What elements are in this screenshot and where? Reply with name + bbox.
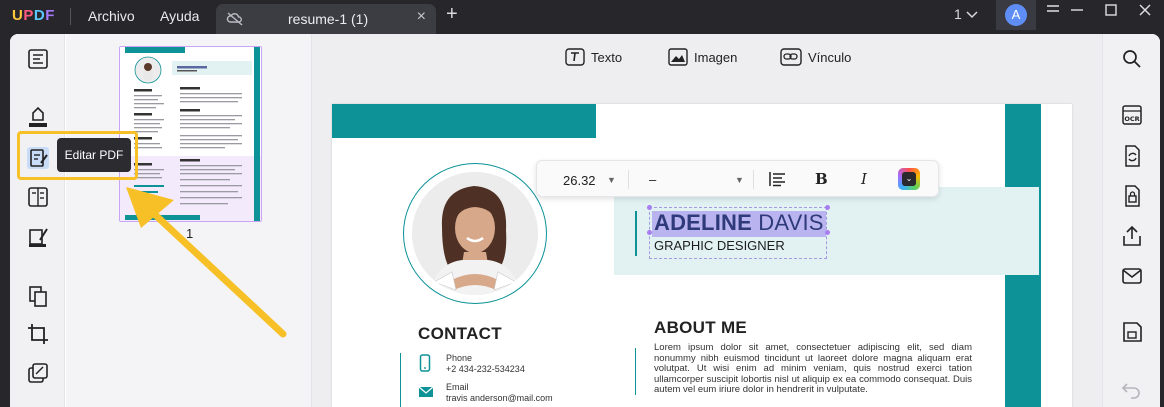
comment-highlighter-icon[interactable] bbox=[25, 104, 51, 130]
name-accent-line bbox=[635, 211, 637, 256]
add-text-button[interactable]: Texto bbox=[565, 48, 622, 69]
email-value[interactable]: travis anderson@mail.com bbox=[446, 393, 553, 403]
svg-text:OCR: OCR bbox=[1124, 115, 1139, 123]
fill-sign-icon[interactable] bbox=[25, 224, 51, 250]
profile-photo-frame bbox=[403, 163, 547, 304]
tooltip-edit-pdf: Editar PDF bbox=[57, 138, 131, 172]
phone-label: Phone bbox=[446, 353, 473, 363]
text-format-toolbar: 26.32 ▼ – ▼ B I ⌄ bbox=[536, 160, 939, 197]
close-window-icon[interactable] bbox=[1138, 3, 1152, 20]
minimize-icon[interactable] bbox=[1070, 3, 1084, 20]
italic-button[interactable]: I bbox=[861, 170, 867, 188]
organize-pages-icon[interactable] bbox=[25, 283, 51, 309]
thumbnail-preview bbox=[120, 47, 261, 221]
tab-title: resume-1 (1) bbox=[288, 11, 369, 27]
toolbar-divider bbox=[628, 170, 629, 189]
job-title[interactable]: GRAPHIC DESIGNER bbox=[654, 238, 785, 253]
last-name: DAVIS bbox=[758, 210, 824, 235]
share-icon[interactable] bbox=[1119, 223, 1145, 249]
pdf-page[interactable]: ADELINE DAVIS GRAPHIC DESIGNER CONTACT P… bbox=[332, 104, 1072, 407]
protect-icon[interactable] bbox=[1119, 183, 1145, 209]
email-label: Email bbox=[446, 382, 469, 392]
more-menu-icon[interactable] bbox=[1046, 2, 1060, 19]
about-heading[interactable]: ABOUT ME bbox=[654, 318, 747, 338]
email-icon[interactable] bbox=[1119, 263, 1145, 289]
search-icon[interactable] bbox=[1119, 46, 1145, 72]
resize-handle-l[interactable] bbox=[647, 230, 652, 235]
phone-value[interactable]: +2 434-232-534234 bbox=[446, 364, 525, 374]
profile-photo[interactable] bbox=[412, 172, 538, 295]
new-tab-icon[interactable]: + bbox=[446, 3, 458, 26]
resize-handle-tr[interactable] bbox=[825, 205, 830, 210]
page-indicator[interactable]: 1 bbox=[954, 6, 978, 22]
form-icon[interactable] bbox=[25, 184, 51, 210]
about-accent-line bbox=[635, 348, 636, 395]
add-image-button[interactable]: Imagen bbox=[668, 48, 737, 69]
page-thumbnail[interactable] bbox=[119, 46, 262, 222]
undo-icon[interactable] bbox=[1119, 375, 1145, 401]
document-tab[interactable]: resume-1 (1) × bbox=[216, 4, 436, 34]
add-link-button[interactable]: Vínculo bbox=[780, 48, 851, 69]
font-size-dropdown-icon[interactable]: ▼ bbox=[607, 175, 616, 185]
close-tab-icon[interactable]: × bbox=[417, 8, 426, 26]
title-divider bbox=[70, 8, 71, 25]
thumbnail-page-number: 1 bbox=[186, 226, 194, 241]
phone-icon bbox=[419, 354, 431, 377]
toolbar-divider bbox=[753, 170, 754, 189]
maximize-icon[interactable] bbox=[1104, 3, 1118, 20]
left-toolbar bbox=[10, 34, 65, 407]
decorative-bar-top bbox=[332, 104, 596, 138]
save-icon[interactable] bbox=[1119, 319, 1145, 345]
email-icon bbox=[418, 385, 434, 403]
cloud-off-icon bbox=[226, 10, 244, 31]
menu-ayuda[interactable]: Ayuda bbox=[160, 8, 199, 24]
crop-icon[interactable] bbox=[25, 321, 51, 347]
title-bar: UPDF Archivo Ayuda resume-1 (1) × + 1 A bbox=[0, 0, 1164, 34]
image-icon bbox=[668, 48, 688, 69]
layers-icon[interactable] bbox=[25, 360, 51, 386]
align-left-icon[interactable] bbox=[769, 171, 786, 191]
reader-mode-icon[interactable] bbox=[25, 46, 51, 72]
text-icon bbox=[565, 48, 585, 69]
right-toolbar: OCR bbox=[1102, 34, 1160, 407]
link-icon bbox=[780, 48, 802, 69]
contact-accent-line bbox=[400, 353, 401, 407]
bold-button[interactable]: B bbox=[815, 170, 828, 188]
font-family-dropdown-icon[interactable]: ▼ bbox=[735, 175, 744, 185]
avatar[interactable]: A bbox=[1005, 4, 1027, 26]
contact-heading[interactable]: CONTACT bbox=[418, 324, 502, 344]
font-family-select[interactable]: – bbox=[649, 172, 656, 187]
convert-icon[interactable] bbox=[1119, 143, 1145, 169]
about-paragraph[interactable]: Lorem ipsum dolor sit amet, consectetuer… bbox=[654, 342, 972, 396]
resize-handle-r[interactable] bbox=[825, 230, 830, 235]
first-name: ADELINE bbox=[654, 210, 752, 235]
ocr-icon[interactable]: OCR bbox=[1119, 102, 1145, 128]
menu-archivo[interactable]: Archivo bbox=[88, 8, 135, 24]
font-size-select[interactable]: 26.32 bbox=[563, 173, 596, 188]
chevron-down-icon: ⌄ bbox=[902, 172, 916, 186]
resize-handle-tl[interactable] bbox=[647, 205, 652, 210]
app-logo: UPDF bbox=[12, 7, 55, 24]
resume-name[interactable]: ADELINE DAVIS bbox=[654, 210, 824, 236]
text-color-picker[interactable]: ⌄ bbox=[898, 168, 920, 190]
